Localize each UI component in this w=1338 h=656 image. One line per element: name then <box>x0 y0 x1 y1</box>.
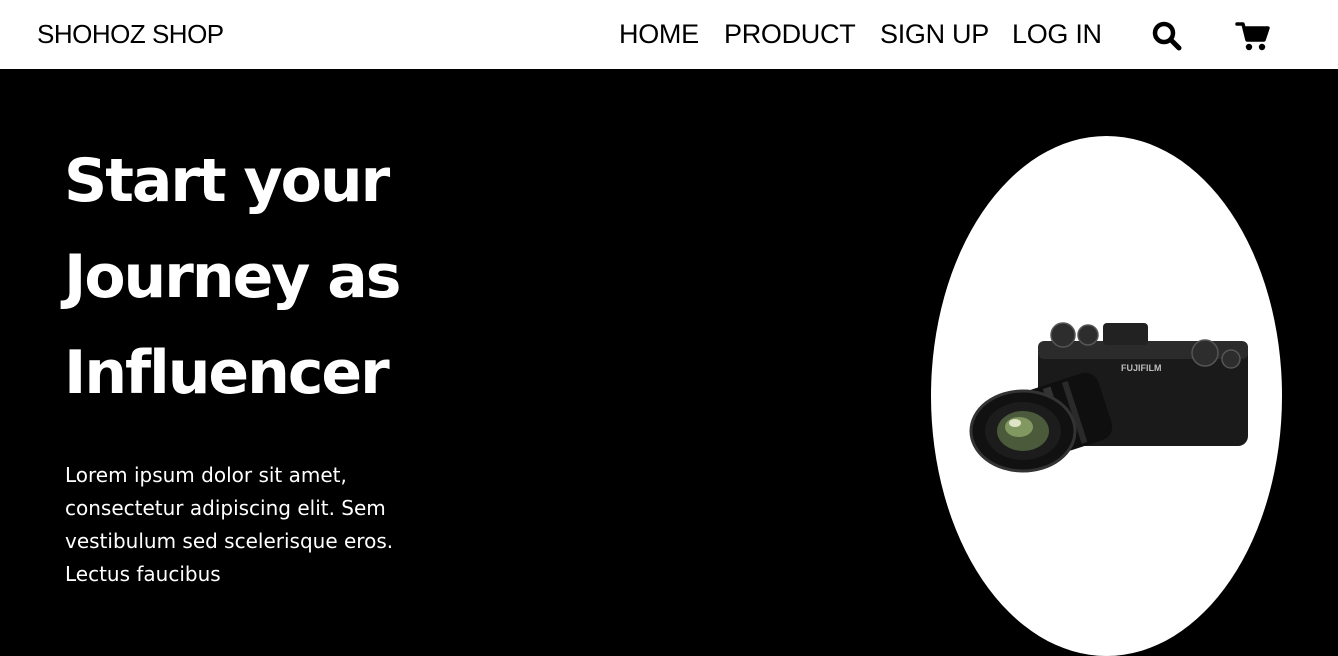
brand-logo[interactable]: SHOHOZ SHOP <box>37 18 224 50</box>
hero-headline-line2: Journey as <box>64 242 401 312</box>
hero-description: Lorem ipsum dolor sit amet, consectetur … <box>65 463 394 586</box>
camera-brand-label: FUJIFILM <box>1121 363 1162 373</box>
cart-button[interactable] <box>1235 20 1271 52</box>
camera-illustration: FUJIFILM <box>969 322 1248 473</box>
cart-icon <box>1235 22 1270 51</box>
nav-product-link[interactable]: PRODUCT <box>724 18 856 50</box>
hero-headline: Start your Journey as Influencer <box>64 133 624 421</box>
top-navbar: SHOHOZ SHOP HOME PRODUCT SIGN UP LOG IN <box>0 0 1338 69</box>
nav-home-link[interactable]: HOME <box>619 18 699 50</box>
search-button[interactable] <box>1150 20 1184 52</box>
hero-headline-line3: Influencer <box>64 338 390 408</box>
nav-signup-link[interactable]: SIGN UP <box>880 18 989 50</box>
hero-headline-line1: Start your <box>64 146 390 216</box>
nav-login-link[interactable]: LOG IN <box>1012 18 1102 50</box>
search-icon <box>1152 21 1182 51</box>
hero-product-image: FUJIFILM <box>931 136 1282 656</box>
hero-section: Start your Journey as Influencer Lorem i… <box>0 69 1338 656</box>
